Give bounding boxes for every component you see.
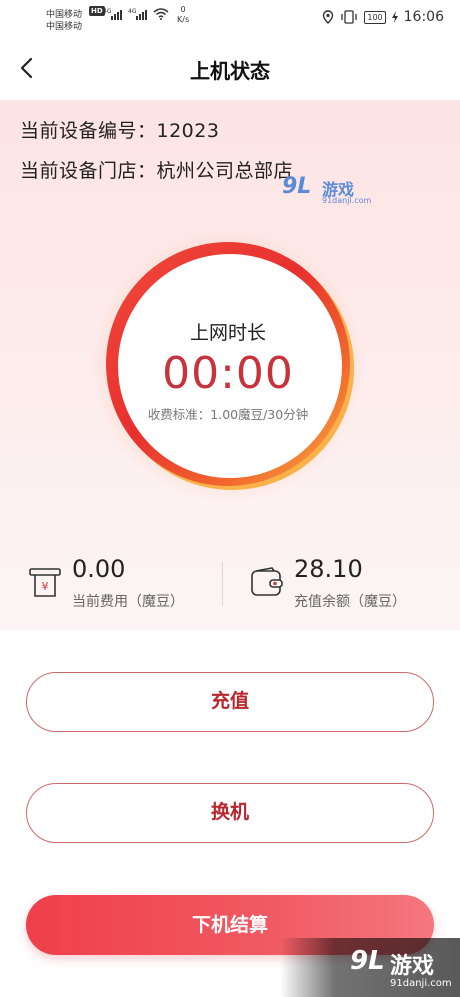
balance-value: 28.10 (294, 555, 363, 583)
timer-label: 上网时长 (189, 322, 266, 344)
device-number: 当前设备编号：12023 (20, 120, 220, 142)
signal-icon (111, 10, 122, 20)
receipt-icon: ¥ (29, 568, 61, 597)
stats-divider (222, 562, 223, 606)
signal-icon-2 (136, 10, 147, 20)
balance-stat: 28.10 充值余额（魔豆） (250, 555, 440, 615)
balance-label: 充值余额（魔豆） (294, 594, 406, 610)
svg-text:¥: ¥ (42, 580, 49, 593)
page-title: 上机状态 (190, 59, 270, 83)
net-speed: 0 K/s (177, 5, 189, 25)
battery-icon: 100 (364, 10, 386, 24)
watermark-bottom-mark: 9L (350, 946, 385, 976)
timer-ring: 上网时长 00:00 收费标准：1.00魔豆/30分钟 (92, 230, 364, 502)
watermark-bottom-url: 91danji.com (390, 978, 452, 989)
watermark-bottom-name: 游戏 (390, 954, 435, 979)
carrier-label-2: 中国移动 (46, 22, 83, 32)
recharge-button[interactable]: 充值 (26, 672, 434, 732)
watermark-logo-mark: 9L (282, 174, 312, 199)
status-bar: 中国移动 HD 中国移动 4G 4G 0 K/s 100 16:06 (0, 0, 460, 36)
current-fee-value: 0.00 (72, 555, 126, 583)
charging-icon (391, 11, 398, 23)
net-speed-value: 0 (180, 5, 186, 14)
device-store: 当前设备门店：杭州公司总部店 (20, 160, 294, 182)
switch-device-button[interactable]: 换机 (26, 783, 434, 843)
watermark-logo-url: 91danji.com (322, 196, 372, 205)
wifi-icon (153, 8, 169, 20)
nav-bar: 上机状态 (0, 36, 460, 100)
watermark-logo: 9L 游戏 91danji.com (278, 174, 378, 214)
location-icon (323, 10, 334, 24)
current-fee-label: 当前费用（魔豆） (72, 594, 184, 610)
timer-rate: 收费标准：1.00魔豆/30分钟 (147, 407, 309, 422)
current-fee-stat: ¥ 0.00 当前费用（魔豆） (28, 555, 218, 615)
wallet-icon (251, 567, 283, 596)
net-speed-unit: K/s (177, 15, 190, 24)
watermark-logo-bottom: 9L 游戏 91danji.com (280, 938, 460, 997)
vibrate-icon (341, 10, 358, 24)
clock: 16:06 (403, 9, 444, 25)
status-panel: 当前设备编号：12023 当前设备门店：杭州公司总部店 9L 游戏 91danj… (0, 100, 460, 630)
timer-value: 00:00 (162, 348, 294, 399)
